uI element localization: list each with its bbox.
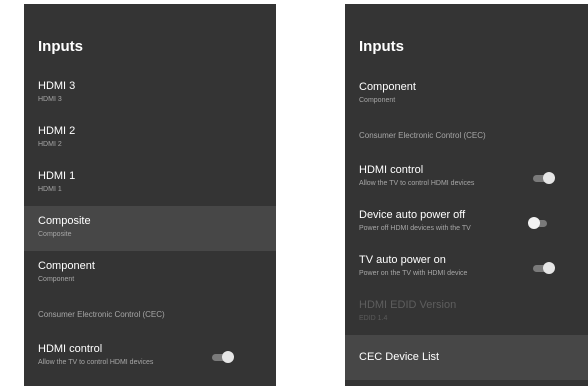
inputs-panel-left: Inputs HDMI 3 HDMI 3 HDMI 2 HDMI 2 HDMI … — [24, 4, 276, 386]
device-auto-power-off-toggle[interactable] — [528, 217, 551, 229]
inputs-list: Component Component Consumer Electronic … — [345, 72, 588, 380]
item-label: HDMI 1 — [38, 170, 76, 182]
item-label: HDMI control — [359, 164, 424, 176]
item-sublabel: HDMI 2 — [38, 141, 62, 148]
item-sublabel: Allow the TV to control HDMI devices — [359, 180, 475, 187]
toggle-thumb — [543, 172, 555, 184]
item-label: HDMI 2 — [38, 125, 76, 137]
item-label: HDMI EDID Version — [359, 299, 457, 311]
toggle-thumb — [543, 262, 555, 274]
item-sublabel: Power on the TV with HDMI device — [359, 270, 468, 277]
input-item-composite[interactable]: Composite Composite — [24, 206, 276, 251]
section-label: Consumer Electronic Control (CEC) — [38, 310, 165, 319]
item-label: CEC Device List — [359, 351, 440, 363]
hdmi-control-item[interactable]: HDMI control Allow the TV to control HDM… — [345, 155, 588, 200]
input-item-hdmi3[interactable]: HDMI 3 HDMI 3 — [24, 71, 276, 116]
item-label: Component — [38, 260, 95, 272]
inputs-panel-right: Inputs Component Component Consumer Elec… — [345, 4, 588, 386]
item-sublabel: HDMI 1 — [38, 186, 62, 193]
inputs-list: HDMI 3 HDMI 3 HDMI 2 HDMI 2 HDMI 1 HDMI … — [24, 71, 276, 379]
item-label: HDMI control — [38, 343, 103, 355]
input-item-component[interactable]: Component Component — [24, 251, 276, 296]
section-label: Consumer Electronic Control (CEC) — [359, 131, 486, 140]
item-label: Device auto power off — [359, 209, 466, 221]
device-auto-power-off-item[interactable]: Device auto power off Power off HDMI dev… — [345, 200, 588, 245]
toggle-thumb — [222, 351, 234, 363]
item-sublabel: Allow the TV to control HDMI devices — [38, 359, 154, 366]
cec-section-header: Consumer Electronic Control (CEC) — [24, 296, 276, 334]
item-sublabel: Power off HDMI devices with the TV — [359, 225, 471, 232]
input-item-component[interactable]: Component Component — [345, 72, 588, 117]
tv-auto-power-on-item[interactable]: TV auto power on Power on the TV with HD… — [345, 245, 588, 290]
hdmi-control-toggle[interactable] — [533, 172, 555, 184]
item-label: HDMI 3 — [38, 80, 76, 92]
hdmi-edid-version-item: HDMI EDID Version EDID 1.4 — [345, 290, 588, 335]
item-label: Component — [359, 81, 416, 93]
input-item-hdmi1[interactable]: HDMI 1 HDMI 1 — [24, 161, 276, 206]
page-title: Inputs — [359, 38, 404, 55]
item-label: TV auto power on — [359, 254, 446, 266]
item-sublabel: Component — [359, 97, 396, 104]
cec-device-list-item[interactable]: CEC Device List — [345, 335, 588, 380]
cec-section-header: Consumer Electronic Control (CEC) — [345, 117, 588, 155]
page-title: Inputs — [38, 38, 83, 55]
tv-auto-power-on-toggle[interactable] — [533, 262, 555, 274]
item-sublabel: HDMI 3 — [38, 96, 62, 103]
item-label: Composite — [38, 215, 91, 227]
item-sublabel: Composite — [38, 231, 72, 238]
toggle-thumb — [528, 217, 540, 229]
item-sublabel: EDID 1.4 — [359, 315, 388, 322]
input-item-hdmi2[interactable]: HDMI 2 HDMI 2 — [24, 116, 276, 161]
hdmi-control-toggle[interactable] — [212, 351, 234, 363]
item-sublabel: Component — [38, 276, 75, 283]
hdmi-control-item[interactable]: HDMI control Allow the TV to control HDM… — [24, 334, 276, 379]
